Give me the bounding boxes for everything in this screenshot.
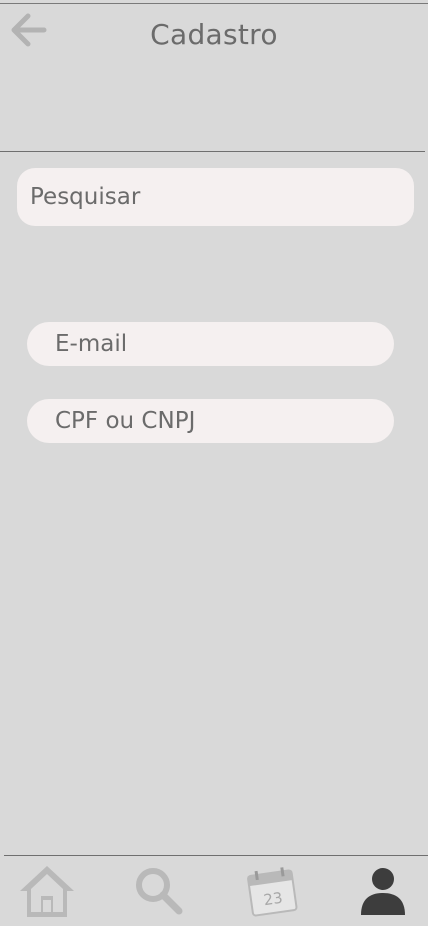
nav-search-button[interactable] (127, 860, 191, 922)
nav-profile-button[interactable] (351, 860, 415, 922)
search-icon (131, 863, 187, 919)
top-divider (0, 3, 428, 4)
search-placeholder: Pesquisar (30, 184, 141, 210)
email-field[interactable]: E-mail (27, 322, 394, 366)
nav-calendar-button[interactable]: 23 (240, 860, 304, 922)
header-divider (0, 151, 425, 152)
search-input[interactable]: Pesquisar (17, 168, 414, 226)
bottom-nav-divider (4, 855, 428, 856)
page-title: Cadastro (150, 18, 278, 51)
cpf-cnpj-placeholder: CPF ou CNPJ (55, 408, 196, 434)
registration-screen: Cadastro Pesquisar E-mail CPF ou CNPJ 23 (0, 0, 428, 926)
calendar-icon: 23 (242, 863, 302, 919)
calendar-day-text: 23 (262, 889, 283, 909)
cpf-cnpj-field[interactable]: CPF ou CNPJ (27, 399, 394, 443)
email-placeholder: E-mail (55, 331, 128, 357)
nav-home-button[interactable] (15, 860, 79, 922)
profile-icon (358, 865, 408, 917)
home-icon (16, 860, 78, 922)
